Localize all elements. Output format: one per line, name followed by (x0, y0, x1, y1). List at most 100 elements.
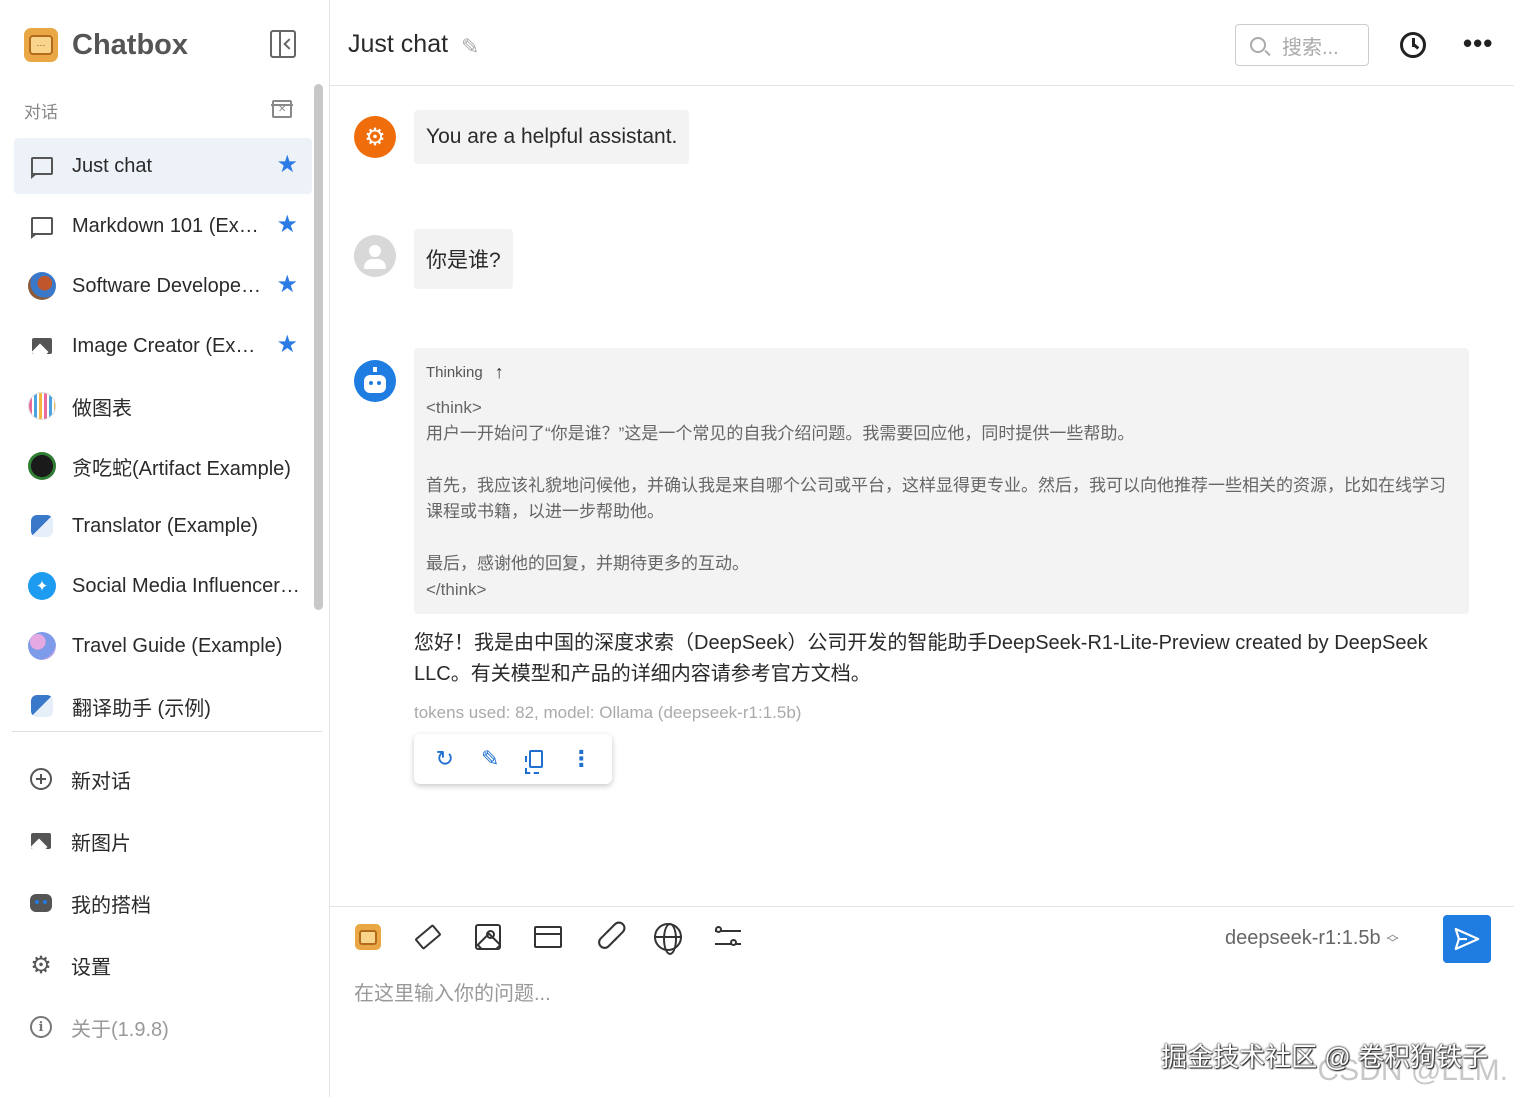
clear-conversations-icon[interactable]: ✕ (271, 100, 293, 118)
star-icon[interactable]: ★ (276, 272, 298, 298)
sidebar-scrollbar[interactable] (314, 84, 323, 610)
chatbox-copilot-icon[interactable] (352, 921, 384, 953)
thinking-label: Thinking (426, 364, 483, 381)
chat-bubble-icon (28, 212, 56, 240)
history-icon[interactable] (1400, 32, 1426, 58)
message-input[interactable]: 在这里输入你的问题... (354, 977, 551, 1006)
conversation-label: Translator (Example) (72, 514, 258, 537)
conversation-item-translate-assistant[interactable]: 翻译助手 (示例) (14, 678, 312, 734)
settings-button[interactable]: ⚙ 设置 (28, 934, 318, 996)
add-circle-icon (28, 766, 54, 792)
conversation-label: Social Media Influencer (Example) (72, 574, 304, 597)
system-avatar-gear-icon: ⚙ (354, 116, 396, 158)
edit-title-icon[interactable]: ✎ (461, 34, 479, 60)
thinking-text: <think> 用户一开始问了“你是谁？”这是一个常见的自我介绍问题。我需要回应… (426, 398, 1446, 599)
link-icon[interactable]: ⊂⊃ (586, 915, 630, 959)
conversation-label: Travel Guide (Example) (72, 634, 283, 657)
translate-avatar-icon (28, 692, 56, 720)
copy-icon[interactable] (522, 745, 550, 774)
collapse-sidebar-icon[interactable] (270, 30, 296, 58)
about-label: 关于(1.9.8) (71, 1018, 169, 1041)
star-icon[interactable]: ★ (276, 152, 298, 178)
chart-avatar-icon (28, 392, 56, 420)
sidebar-divider (12, 731, 322, 732)
settings-label: 设置 (71, 956, 111, 979)
conversation-item-snake[interactable]: 贪吃蛇(Artifact Example) (14, 438, 312, 494)
thinking-panel: Thinking ↑ <think> 用户一开始问了“你是谁？”这是一个常见的自… (414, 348, 1469, 614)
collapse-arrow-up-icon: ↑ (494, 362, 504, 382)
conversation-label: Software Developer (Example) (72, 274, 262, 297)
settings-sliders-icon[interactable] (712, 921, 744, 953)
conversation-item-social-media[interactable]: ✦ Social Media Influencer (Example) (14, 558, 312, 614)
new-image-button[interactable]: 新图片 (28, 810, 318, 872)
new-chat-button[interactable]: 新对话 (28, 748, 318, 810)
thinking-toggle[interactable]: Thinking ↑ (426, 362, 1457, 383)
conversation-label: Markdown 101 (Example) (72, 214, 262, 237)
star-icon[interactable]: ★ (276, 332, 298, 358)
more-vertical-icon[interactable]: ⋮ (567, 745, 595, 773)
chat-title: Just chat (348, 30, 449, 58)
new-image-label: 新图片 (71, 832, 131, 855)
message-action-bar: ↻ ✎ ⋮ (414, 734, 612, 784)
about-button[interactable]: i 关于(1.9.8) (28, 996, 318, 1058)
conversation-label: Image Creator (Example) (72, 334, 262, 357)
new-chat-label: 新对话 (71, 770, 131, 793)
conversation-label: Just chat (72, 154, 153, 177)
web-browsing-globe-icon[interactable] (652, 921, 684, 955)
snake-avatar-icon (28, 452, 56, 480)
chat-header: Just chat ✎ 搜索... ••• (330, 0, 1514, 86)
globe-avatar-icon (28, 632, 56, 660)
user-avatar-icon (354, 235, 396, 277)
conversation-item-software-developer[interactable]: Software Developer (Example) ★ (14, 258, 312, 314)
unfold-icon: ︿ ﹀ (1386, 926, 1399, 950)
assistant-message: 您好！我是由中国的深度求索（DeepSeek）公司开发的智能助手DeepSeek… (414, 632, 1428, 685)
search-placeholder: 搜索... (1282, 36, 1339, 59)
conversation-item-translator[interactable]: Translator (Example) (14, 498, 312, 554)
message-meta: tokens used: 82, model: Ollama (deepseek… (414, 703, 802, 722)
regenerate-icon[interactable]: ↻ (431, 745, 459, 773)
my-copilots-label: 我的搭档 (71, 894, 151, 917)
add-photo-icon (28, 828, 54, 854)
edit-pencil-icon[interactable]: ✎ (476, 745, 504, 773)
send-button[interactable] (1443, 915, 1491, 963)
robot-icon (28, 890, 54, 916)
info-icon: i (28, 1014, 54, 1040)
my-copilots-button[interactable]: 我的搭档 (28, 872, 318, 934)
user-message: 你是谁? (414, 229, 513, 289)
more-options-icon[interactable]: ••• (1463, 28, 1493, 59)
attach-folder-icon[interactable] (532, 921, 564, 953)
sidebar-bottom-nav: 新对话 新图片 我的搭档 ⚙ 设置 i 关于(1.9.8) (28, 748, 318, 1058)
eraser-icon[interactable] (412, 921, 444, 953)
model-name: deepseek-r1:1.5b (1225, 927, 1381, 949)
developer-avatar-icon (28, 272, 56, 300)
translate-avatar-icon (28, 512, 56, 540)
assistant-avatar-robot-icon (354, 360, 396, 402)
image-icon (28, 332, 56, 360)
watermark-juejin: 掘金技术社区 @ 卷积狗铁子 (1161, 1042, 1488, 1072)
search-button[interactable]: 搜索... (1235, 24, 1369, 66)
chatbox-app: ··· Chatbox 对话 ✕ Just chat ★ Markdown 10… (0, 0, 1514, 1097)
chat-main: Just chat ✎ 搜索... ••• ⚙ You are a helpfu… (330, 0, 1514, 1097)
conversation-list: Just chat ★ Markdown 101 (Example) ★ Sof… (14, 138, 312, 738)
conversation-label: 贪吃蛇(Artifact Example) (72, 457, 291, 480)
model-selector[interactable]: deepseek-r1:1.5b ︿ ﹀ (1225, 927, 1399, 950)
conversation-item-just-chat[interactable]: Just chat ★ (14, 138, 312, 194)
sidebar: ··· Chatbox 对话 ✕ Just chat ★ Markdown 10… (0, 0, 330, 1097)
conversation-item-travel-guide[interactable]: Travel Guide (Example) (14, 618, 312, 674)
conversations-section-label: 对话 (24, 103, 58, 122)
twitter-avatar-icon: ✦ (28, 572, 56, 600)
chatbox-logo-icon: ··· (24, 28, 58, 62)
brand: ··· Chatbox (24, 26, 188, 64)
conversation-label: 做图表 (72, 397, 132, 420)
conversation-item-markdown[interactable]: Markdown 101 (Example) ★ (14, 198, 312, 254)
chat-bubble-icon (28, 152, 56, 180)
composer-toolbar: ⊂⊃ (352, 915, 772, 959)
conversation-item-chart[interactable]: 做图表 (14, 378, 312, 434)
conversation-item-image-creator[interactable]: Image Creator (Example) ★ (14, 318, 312, 374)
send-icon (1454, 927, 1480, 951)
conversation-label: 翻译助手 (示例) (72, 697, 211, 720)
system-message: You are a helpful assistant. (414, 110, 690, 164)
gear-icon: ⚙ (30, 951, 52, 979)
attach-image-icon[interactable] (472, 921, 504, 953)
star-icon[interactable]: ★ (276, 212, 298, 238)
